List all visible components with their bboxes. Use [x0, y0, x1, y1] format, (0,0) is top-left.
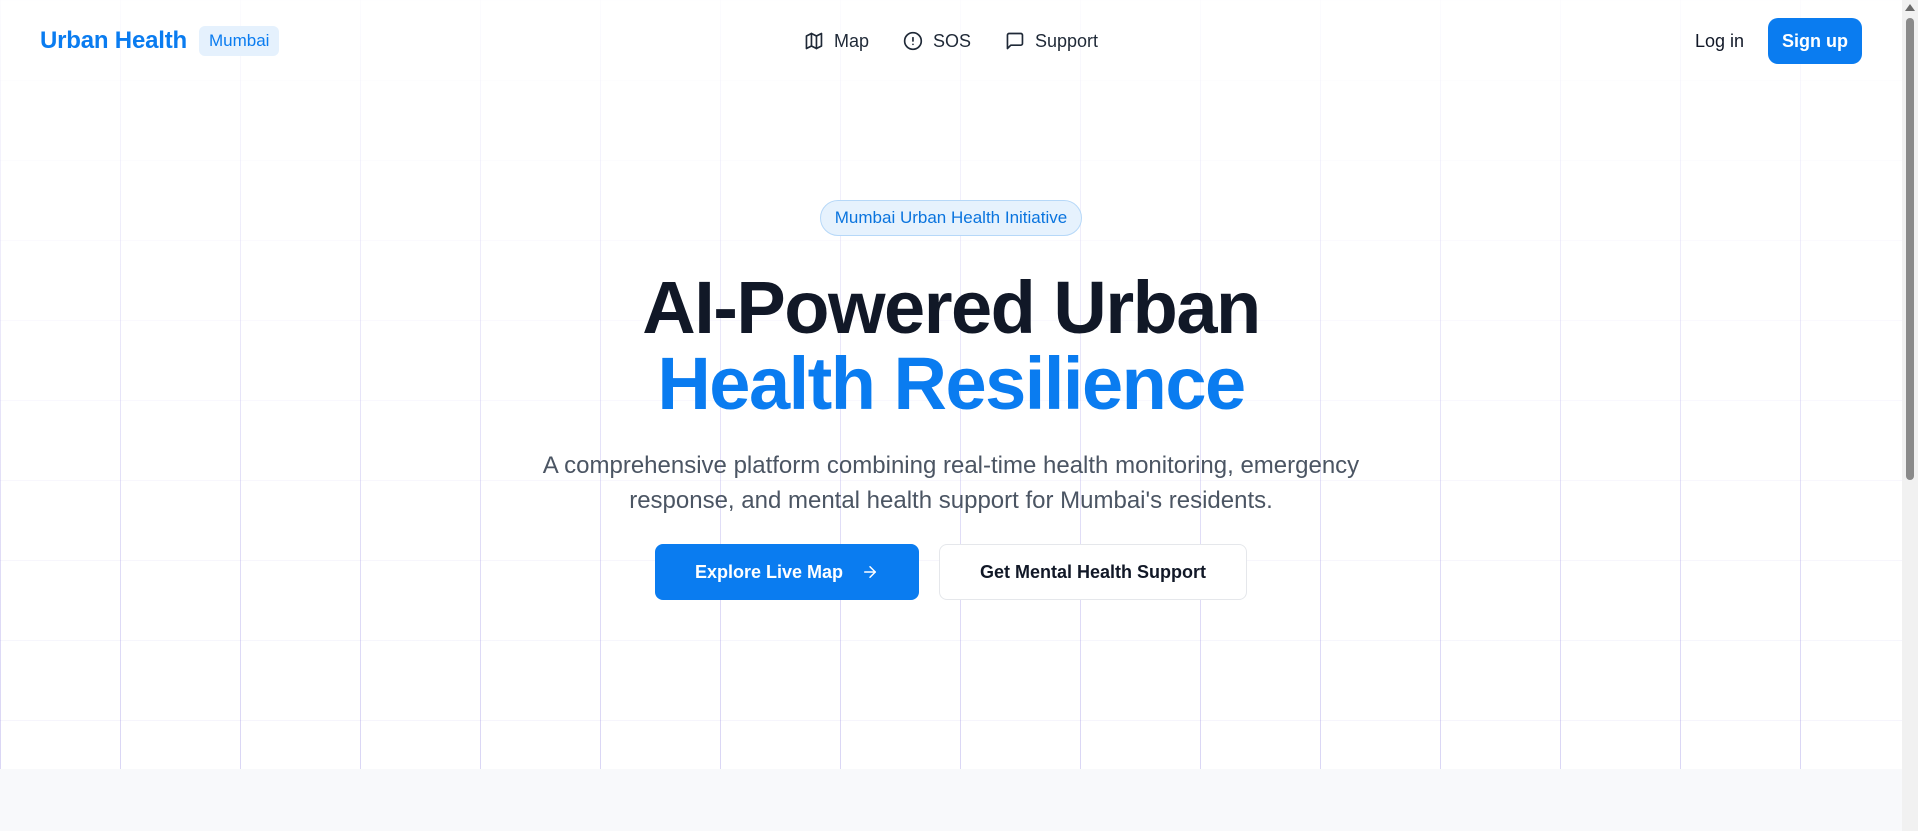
nav-item-label: Map: [833, 30, 869, 51]
next-section: [0, 769, 1902, 831]
page: Urban Health Mumbai Map SOS Support Log …: [0, 0, 1918, 831]
hero-subtitle: A comprehensive platform combining real-…: [542, 452, 1360, 514]
alert-circle-icon: [903, 31, 923, 51]
top-navbar: Urban Health Mumbai Map SOS Support Log …: [0, 0, 1902, 82]
nav-item-label: SOS: [932, 30, 971, 51]
nav-item-support[interactable]: Support: [1005, 31, 1098, 52]
brand-logo-text[interactable]: Urban Health: [40, 27, 187, 55]
hero-title-line-2: Health Resilience: [657, 342, 1246, 425]
city-badge: Mumbai: [198, 26, 280, 56]
login-link[interactable]: Log in: [1695, 31, 1744, 52]
vertical-scrollbar[interactable]: [1902, 0, 1918, 831]
message-square-icon: [1006, 32, 1024, 50]
nav-item-map[interactable]: Map: [804, 31, 869, 52]
auth-actions: Log in Sign up: [1695, 18, 1862, 64]
explore-live-map-label: Explore Live Map: [694, 561, 844, 582]
hero-section: Mumbai Urban Health Initiative AI-Powere…: [0, 0, 1902, 600]
arrow-right-icon: [864, 566, 877, 578]
scroll-up-arrow-icon[interactable]: [1905, 4, 1915, 11]
nav-item-label: Support: [1034, 30, 1099, 51]
hero-ctas: Explore Live Map Get Mental Health Suppo…: [654, 544, 1248, 600]
hero-title: AI-Powered Urban Health Resilience: [642, 266, 1261, 425]
hero-title-line-1: AI-Powered Urban: [642, 266, 1261, 349]
explore-live-map-button[interactable]: Explore Live Map: [654, 544, 920, 600]
nav-item-sos[interactable]: SOS: [903, 31, 971, 52]
main-nav: Map SOS Support: [804, 0, 1098, 82]
signup-button[interactable]: Sign up: [1768, 18, 1862, 64]
mental-health-support-button[interactable]: Get Mental Health Support: [939, 544, 1248, 600]
initiative-pill: Mumbai Urban Health Initiative: [819, 200, 1083, 236]
viewport: Urban Health Mumbai Map SOS Support Log …: [0, 0, 1902, 831]
scroll-thumb[interactable]: [1906, 18, 1914, 480]
map-icon: [805, 32, 823, 50]
brand: Urban Health Mumbai: [40, 26, 280, 56]
